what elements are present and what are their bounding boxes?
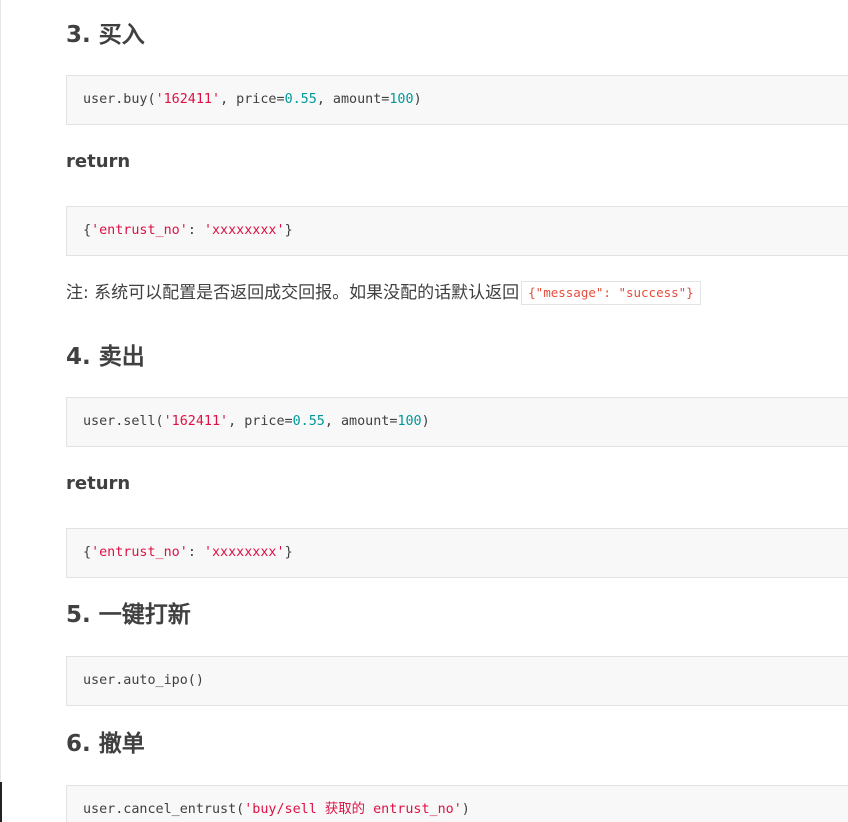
code-text: user.auto_ipo() [83,673,204,688]
note-text: 注: 系统可以配置是否返回成交回报。如果没配的话默认返回 [66,283,520,303]
code-text: , amount= [316,92,390,107]
code-text: { [83,223,92,238]
code-block-auto-ipo: user.auto_ipo() [66,656,848,706]
code-string: 'xxxxxxxx' [203,545,285,560]
heading-buy: 3. 买入 [66,22,145,48]
code-number: 100 [389,92,414,107]
heading-sell: 4. 卖出 [66,344,145,370]
code-text: , price= [228,414,293,429]
return-label-buy: return [66,151,131,172]
note-paragraph: 注: 系统可以配置是否返回成交回报。如果没配的话默认返回 {"message": … [66,280,701,306]
heading-auto-ipo: 5. 一键打新 [66,602,191,628]
code-text: } [284,545,293,560]
page-left-border [0,0,1,822]
code-string: '162411' [155,92,221,107]
code-number: 0.55 [284,92,317,107]
code-string: 'entrust_no' [91,545,188,560]
inline-code-success: {"message": "success"} [521,281,701,305]
code-block-buy: user.buy('162411', price=0.55, amount=10… [66,75,848,125]
code-block-sell: user.sell('162411', price=0.55, amount=1… [66,397,848,447]
code-block-buy-return: {'entrust_no': 'xxxxxxxx'} [66,206,848,256]
code-text: { [83,545,92,560]
code-text: : [187,223,204,238]
code-text: : [187,545,204,560]
code-text: user.sell( [83,414,164,429]
code-string: 'buy/sell 获取的 entrust_no' [244,802,462,817]
code-text: ) [421,414,430,429]
code-number: 100 [397,414,422,429]
code-text: user.cancel_entrust( [83,802,245,817]
code-block-sell-return: {'entrust_no': 'xxxxxxxx'} [66,528,848,578]
code-block-cancel: user.cancel_entrust('buy/sell 获取的 entrus… [66,785,848,822]
code-string: 'xxxxxxxx' [203,223,285,238]
code-text: , amount= [324,414,398,429]
code-string: '162411' [163,414,229,429]
code-text: user.buy( [83,92,156,107]
code-string: 'entrust_no' [91,223,188,238]
scroll-edge-marker [0,782,2,822]
return-label-sell: return [66,473,131,494]
code-number: 0.55 [292,414,325,429]
code-text: } [284,223,293,238]
code-text: ) [413,92,422,107]
heading-cancel: 6. 撤单 [66,731,145,757]
code-text: , price= [220,92,285,107]
code-text: ) [461,802,470,817]
